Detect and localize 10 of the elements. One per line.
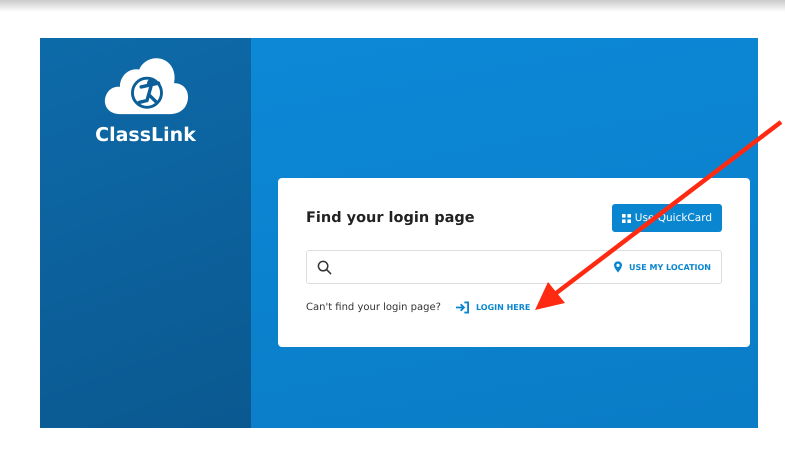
card-title: Find your login page <box>306 210 475 226</box>
use-location-button[interactable]: USE MY LOCATION <box>614 261 711 273</box>
help-text: Can't find your login page? <box>306 302 441 313</box>
grid-icon <box>622 214 631 222</box>
brand-name: ClassLink <box>95 124 196 146</box>
location-pin-icon <box>614 261 622 273</box>
sign-in-icon <box>454 301 470 314</box>
login-here-link[interactable]: LOGIN HERE <box>454 301 530 314</box>
search-field[interactable]: USE MY LOCATION <box>306 250 722 284</box>
search-icon <box>317 260 332 274</box>
